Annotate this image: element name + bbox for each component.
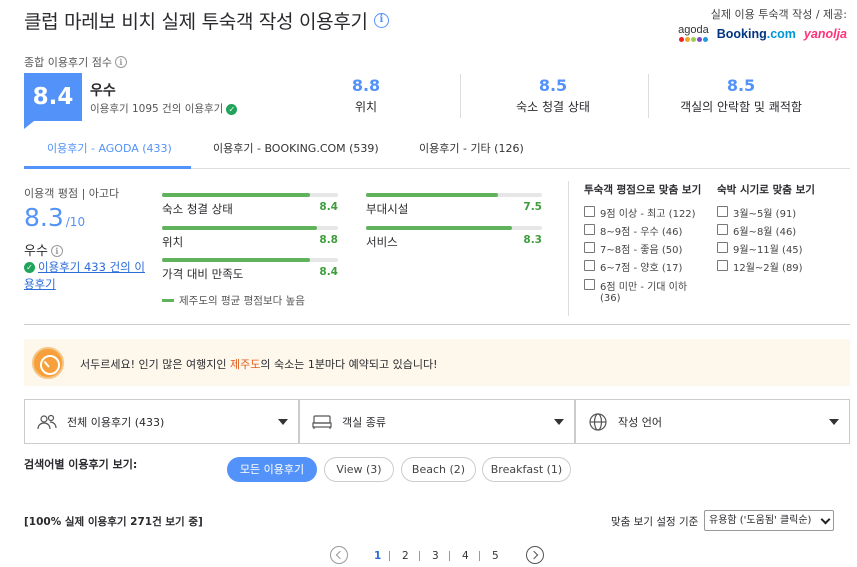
rating-filter-option[interactable]: 6점 미만 - 기대 이하 [584, 278, 687, 293]
season-filter-option[interactable]: 3월~5월 (91) [717, 205, 796, 220]
bar-facilities: 부대시설 7.5 [366, 193, 542, 217]
room-type-dropdown[interactable]: 객실 종류 [299, 399, 575, 444]
sort-label: 맞춤 보기 설정 기준 [611, 516, 699, 528]
overall-score-word: 우수 [90, 83, 116, 99]
keyword-filter-label: 검색어별 이용후기 보기: [24, 458, 138, 471]
section-divider [24, 324, 850, 325]
reviewer-type-dropdown[interactable]: 전체 이용후기 (433) [24, 399, 299, 444]
verified-check-icon: ✓ [226, 103, 238, 115]
clock-icon [32, 347, 64, 379]
divider [419, 551, 420, 561]
provider-logos: agoda Booking.com yanolja [678, 25, 847, 42]
globe-icon [588, 412, 608, 431]
showing-count: [100% 실제 이용후기 271건 보기 중] [24, 516, 203, 528]
chevron-down-icon [820, 514, 831, 525]
divider [389, 551, 390, 561]
page-link[interactable]: 5 [492, 550, 499, 562]
urgency-text: 서두르세요! 인기 많은 여행지인 제주도의 숙소는 1분마다 예약되고 있습니… [80, 358, 438, 371]
chevron-down-icon [278, 419, 288, 425]
bed-icon [312, 413, 332, 431]
checkbox[interactable] [717, 260, 728, 271]
yanolja-logo: yanolja [803, 26, 847, 41]
keyword-chip-view[interactable]: View (3) [324, 457, 394, 482]
keyword-chip-breakfast[interactable]: Breakfast (1) [482, 457, 571, 482]
checkbox[interactable] [584, 260, 595, 271]
rating-filter-option[interactable]: 6~7점 - 양호 (17) [584, 259, 682, 274]
divider [449, 551, 450, 561]
next-page-icon[interactable] [526, 546, 544, 564]
bar-location: 위치 8.8 [162, 226, 338, 250]
provided-by-label: 실제 이용 투숙객 작성 / 제공: [710, 8, 847, 21]
keyword-chip-all[interactable]: 모든 이용후기 [227, 457, 317, 482]
keyword-chip-beach[interactable]: Beach (2) [401, 457, 476, 482]
divider [479, 551, 480, 561]
bar-legend: 제주도의 평균 평점보다 높음 [162, 293, 305, 308]
info-icon[interactable]: i [373, 13, 389, 28]
bar-cleanliness: 숙소 청결 상태 8.4 [162, 193, 338, 217]
rating-filter-option[interactable]: 7~8점 - 좋음 (50) [584, 241, 682, 256]
checkbox[interactable] [584, 279, 595, 290]
guest-score: 8.3/10 [24, 203, 86, 232]
overall-review-count: 이용후기 1095 건의 이용후기 ✓ [90, 101, 238, 116]
season-filter-title: 숙박 시기로 맞춤 보기 [717, 184, 815, 196]
checkbox[interactable] [717, 242, 728, 253]
sort-select[interactable]: 유용함 ('도움됨' 클릭순) [704, 510, 834, 531]
info-icon[interactable]: i [114, 56, 127, 68]
sub-score-location: 8.8 위치 [351, 76, 381, 114]
booking-logo: Booking.com [716, 26, 796, 41]
season-filter-option[interactable]: 12월~2월 (89) [717, 259, 803, 274]
bar-value: 가격 대비 만족도 8.4 [162, 258, 338, 282]
overall-score-badge: 8.4 [24, 73, 82, 129]
season-filter-option[interactable]: 6월~8월 (46) [717, 223, 796, 238]
tab-booking[interactable]: 이용후기 - BOOKING.COM (539) [213, 140, 379, 156]
bar-service: 서비스 8.3 [366, 226, 542, 250]
review-count-link[interactable]: ✓ 이용후기 433 건의 이용후기 [24, 259, 154, 293]
people-icon [37, 413, 57, 431]
tab-other[interactable]: 이용후기 - 기타 (126) [419, 140, 524, 156]
guest-rating-label: 이용객 평점 | 아고다 [24, 187, 120, 200]
chevron-down-icon [829, 419, 839, 425]
agoda-logo: agoda [678, 25, 709, 42]
checkbox[interactable] [717, 206, 728, 217]
checkbox[interactable] [584, 224, 595, 235]
verified-check-icon: ✓ [24, 262, 35, 273]
page-link[interactable]: 4 [462, 550, 469, 562]
rating-filter-title: 투숙객 평점으로 맞춤 보기 [584, 184, 702, 196]
checkbox[interactable] [584, 242, 595, 253]
tab-agoda[interactable]: 이용후기 - AGODA (433) [47, 140, 172, 156]
page-link[interactable]: 3 [432, 550, 439, 562]
overall-score-label: 종합 이용후기 점수 i [24, 54, 127, 70]
sub-score-cleanliness: 8.5 숙소 청결 상태 [516, 76, 590, 114]
rating-filter-option[interactable]: 9점 이상 - 최고 (122) [584, 205, 696, 220]
page-title: 클럽 마레보 비치 실제 투숙객 작성 이용후기 i [24, 7, 389, 34]
active-tab-indicator [24, 166, 191, 169]
checkbox[interactable] [717, 224, 728, 235]
guest-score-word: 우수 i [24, 240, 63, 259]
rating-filter-option[interactable]: 8~9점 - 우수 (46) [584, 223, 682, 238]
language-dropdown[interactable]: 작성 언어 [575, 399, 850, 444]
info-icon[interactable]: i [50, 244, 63, 257]
chevron-down-icon [554, 419, 564, 425]
season-filter-option[interactable]: 9월~11월 (45) [717, 241, 803, 256]
divider [568, 181, 569, 316]
page-link[interactable]: 2 [402, 550, 409, 562]
prev-page-icon[interactable] [330, 546, 348, 564]
sub-score-comfort: 8.5 객실의 안락함 및 쾌적함 [680, 76, 802, 114]
checkbox[interactable] [584, 206, 595, 217]
rating-filter-option-count: (36) [600, 293, 621, 304]
page-link[interactable]: 1 [374, 550, 381, 562]
